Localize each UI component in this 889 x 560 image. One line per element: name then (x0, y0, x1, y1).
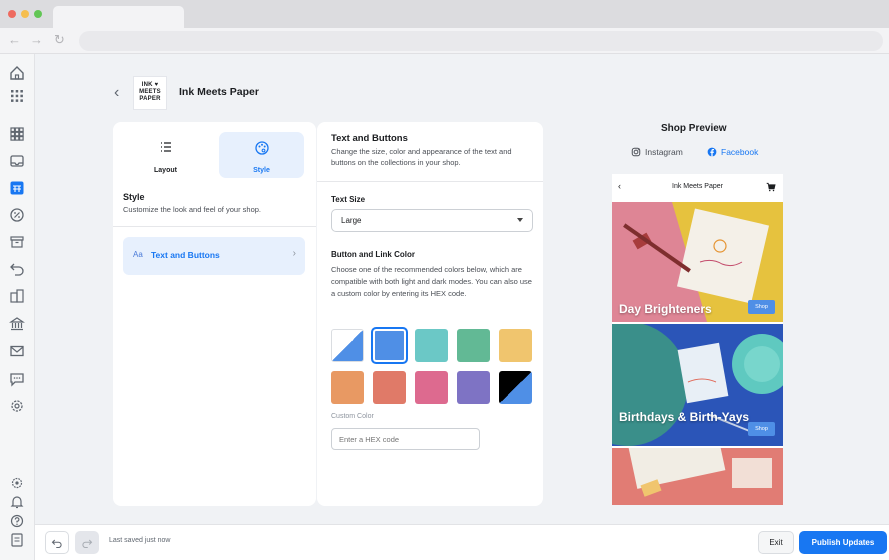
address-bar[interactable] (79, 31, 883, 51)
tab-layout-label: Layout (154, 167, 177, 174)
undo-icon (51, 539, 62, 548)
logo-line: MEETS (139, 89, 161, 95)
save-status: Last saved just now (109, 537, 171, 544)
section-title: Style (123, 192, 145, 202)
tab-style-label: Style (253, 167, 270, 174)
color-swatch[interactable] (331, 371, 364, 404)
color-swatch[interactable] (499, 371, 532, 404)
redo-button[interactable] (75, 531, 99, 554)
color-swatch[interactable] (371, 327, 408, 364)
custom-color-label: Custom Color (331, 413, 374, 420)
tab-style[interactable]: Style (219, 132, 304, 178)
shop-button[interactable]: Shop (748, 300, 775, 314)
maximize-window-button[interactable] (34, 10, 42, 18)
browser-toolbar: ← → ↻ (0, 28, 889, 54)
notifications-bell-icon[interactable] (8, 493, 26, 511)
chat-icon[interactable] (8, 370, 26, 388)
facebook-icon (707, 147, 717, 157)
divider (113, 226, 316, 227)
document-icon[interactable] (8, 531, 26, 549)
button-link-color-description: Choose one of the recommended colors bel… (331, 265, 532, 298)
collection-image (612, 448, 783, 505)
logo-line: PAPER (139, 96, 161, 102)
bank-icon[interactable] (8, 315, 26, 333)
custom-color-input[interactable] (331, 428, 480, 450)
caret-down-icon (517, 218, 523, 222)
discount-icon[interactable] (8, 206, 26, 224)
inbox-icon[interactable] (8, 152, 26, 170)
shop-storefront-icon[interactable] (8, 179, 26, 197)
channel-instagram[interactable]: Instagram (631, 147, 683, 157)
section-subtitle: Customize the look and feel of your shop… (123, 205, 261, 214)
settings-gear-icon[interactable] (8, 397, 26, 415)
help-icon[interactable] (8, 512, 26, 530)
channel-label: Instagram (645, 147, 683, 157)
app-sidebar (0, 54, 35, 560)
undo-button[interactable] (45, 531, 69, 554)
browser-tab[interactable] (53, 6, 184, 28)
cart-icon (766, 182, 776, 192)
exit-button[interactable]: Exit (758, 531, 794, 554)
dashboard-icon[interactable] (8, 125, 26, 143)
browser-titlebar (0, 0, 889, 28)
page-title: Ink Meets Paper (179, 86, 259, 98)
instagram-icon (631, 147, 641, 157)
back-arrow-icon[interactable]: ← (8, 32, 21, 48)
collection-tile[interactable]: Birthdays & Birth-Yays Shop (612, 324, 783, 446)
preferences-icon[interactable] (8, 474, 26, 492)
menu-item-text-and-buttons[interactable]: Aa Text and Buttons › (123, 237, 305, 275)
text-size-value: Large (341, 216, 362, 225)
color-swatch[interactable] (373, 371, 406, 404)
close-window-button[interactable] (8, 10, 16, 18)
return-icon[interactable] (8, 260, 26, 278)
shop-button[interactable]: Shop (748, 422, 775, 436)
apps-grid-icon[interactable] (8, 87, 26, 105)
text-size-select[interactable]: Large (331, 209, 533, 232)
panel-title: Text and Buttons (331, 133, 408, 144)
collection-tile[interactable]: Day Brighteners Shop (612, 202, 783, 322)
main-content: ‹ INK ♥ MEETS PAPER Ink Meets Paper Layo… (35, 54, 889, 524)
channel-label: Facebook (721, 147, 759, 157)
panel-description: Change the size, color and appearance of… (331, 147, 512, 167)
color-swatch[interactable] (415, 371, 448, 404)
phone-preview: ‹ Ink Meets Paper Day Brighteners Shop B… (612, 174, 783, 505)
shop-logo: INK ♥ MEETS PAPER (133, 76, 167, 110)
logo-line: INK ♥ (141, 82, 159, 88)
archive-icon[interactable] (8, 233, 26, 251)
preview-title: Shop Preview (661, 123, 727, 134)
tab-layout[interactable]: Layout (123, 132, 208, 178)
text-and-buttons-panel: Text and Buttons Change the size, color … (317, 122, 543, 506)
mail-icon[interactable] (8, 342, 26, 360)
color-swatch[interactable] (415, 329, 448, 362)
publish-updates-button[interactable]: Publish Updates (799, 531, 887, 554)
customize-panel: Layout Style Style Customize the look an… (113, 122, 316, 506)
layout-list-icon (160, 142, 171, 152)
divider (317, 181, 543, 182)
forward-arrow-icon[interactable]: → (30, 32, 43, 48)
phone-header: ‹ Ink Meets Paper (612, 174, 783, 202)
minimize-window-button[interactable] (21, 10, 29, 18)
menu-item-label: Text and Buttons (151, 250, 220, 260)
collection-tile[interactable] (612, 448, 783, 505)
color-swatch[interactable] (499, 329, 532, 362)
redo-icon (82, 539, 93, 548)
phone-shop-title: Ink Meets Paper (672, 183, 723, 190)
home-icon[interactable] (8, 64, 26, 82)
footer-bar: Last saved just now Exit Publish Updates (35, 524, 889, 560)
palette-icon (254, 141, 269, 155)
color-swatch[interactable] (331, 329, 364, 362)
collection-title: Day Brighteners (619, 302, 712, 316)
color-swatch[interactable] (457, 329, 490, 362)
button-link-color-label: Button and Link Color (331, 250, 415, 259)
collection-title: Birthdays & Birth-Yays (619, 410, 750, 424)
reports-icon[interactable] (8, 287, 26, 305)
text-size-label: Text Size (331, 195, 366, 204)
color-swatch[interactable] (457, 371, 490, 404)
back-chevron-icon[interactable]: ‹ (114, 84, 119, 102)
reload-icon[interactable]: ↻ (54, 32, 65, 48)
chevron-right-icon: › (292, 248, 296, 259)
channel-facebook[interactable]: Facebook (707, 147, 758, 157)
text-style-icon: Aa (133, 250, 143, 259)
